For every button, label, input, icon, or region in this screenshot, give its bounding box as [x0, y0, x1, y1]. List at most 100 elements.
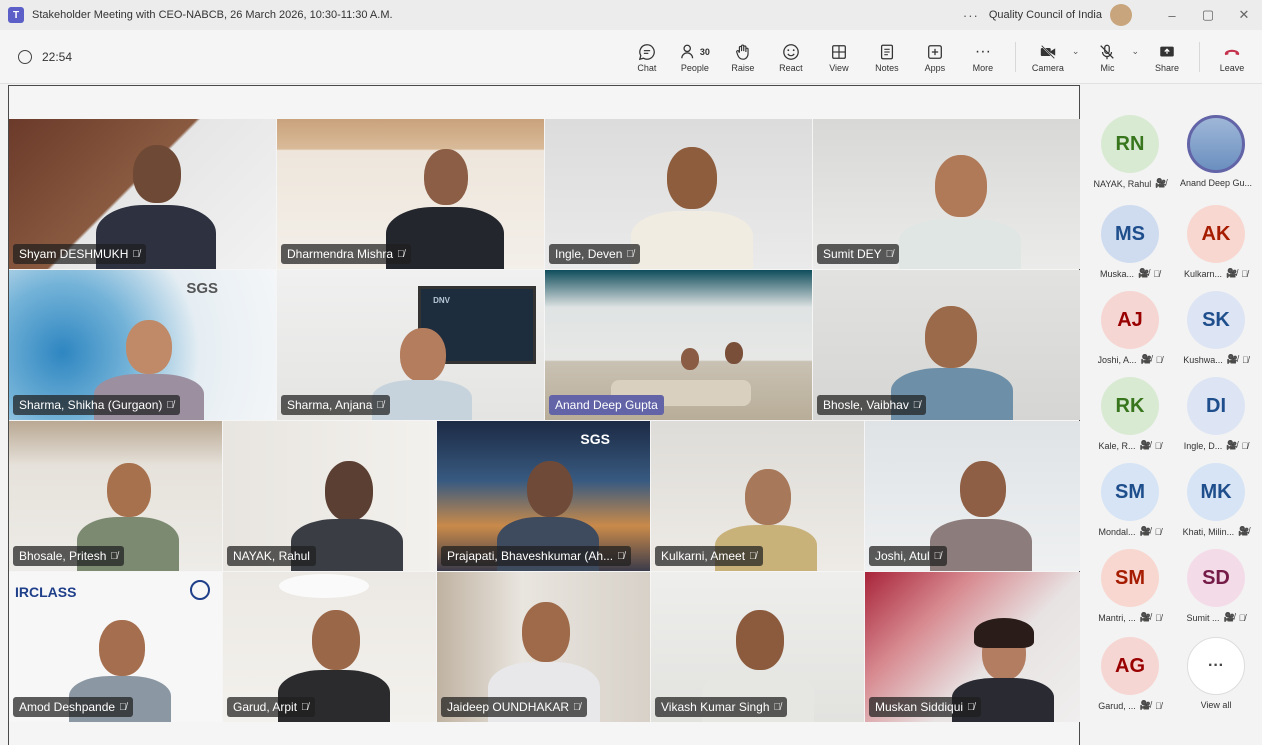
mic-options-chevron-icon[interactable]: ⌄	[1131, 46, 1139, 57]
shield-icon	[18, 49, 32, 64]
chat-button[interactable]: Chat	[625, 41, 669, 73]
video-tile[interactable]: Bhosle, Vaibhav 🎙̸	[813, 270, 1080, 420]
video-tile[interactable]: Garud, Arpit 🎙̸	[223, 572, 436, 722]
video-tile[interactable]: Jaideep OUNDHAKAR 🎙̸	[437, 572, 650, 722]
roster-name: Kulkarn...	[1184, 268, 1223, 279]
roster-item[interactable]: AG Garud, ... 🎥̸ 🎙̸	[1088, 637, 1172, 711]
meeting-timer: 22:54	[18, 49, 623, 64]
video-tile[interactable]: SGS Prajapati, Bhaveshkumar (Ah... 🎙̸	[437, 421, 650, 571]
share-button[interactable]: Share	[1145, 41, 1189, 73]
participant-name-tag: Bhosale, Pritesh 🎙̸	[13, 546, 124, 566]
video-tile[interactable]: Dharmendra Mishra 🎙̸	[277, 119, 544, 269]
people-count: 30	[699, 46, 710, 57]
mic-off-icon: 🎙̸	[573, 701, 581, 713]
mic-off-icon: 🎙̸	[1242, 354, 1249, 365]
avatar	[1187, 115, 1245, 173]
raise-hand-icon	[734, 41, 752, 63]
minimize-button[interactable]: –	[1154, 8, 1190, 23]
camera-off-icon: 🎥̸	[1138, 268, 1150, 278]
video-tile[interactable]: Shyam DESHMUKH 🎙̸	[9, 119, 276, 269]
participant-name-tag: Garud, Arpit 🎙̸	[227, 697, 315, 717]
participant-name-tag: Sharma, Anjana 🎙̸	[281, 395, 390, 415]
avatar: MS	[1101, 205, 1159, 263]
roster-name: Mantri, ...	[1098, 612, 1136, 623]
chat-label: Chat	[637, 62, 657, 73]
share-screen-icon	[1158, 41, 1176, 63]
roster-item[interactable]: RN NAYAK, Rahul 🎥̸	[1088, 115, 1172, 189]
roster-item[interactable]: SD Sumit ... 🎥̸ 🎙̸	[1174, 549, 1258, 623]
video-tile[interactable]: DNV Sharma, Anjana 🎙̸	[277, 270, 544, 420]
toolbar-divider	[1199, 41, 1200, 72]
video-tile[interactable]: Bhosale, Pritesh 🎙̸	[9, 421, 222, 571]
roster-item[interactable]: SM Mantri, ... 🎥̸ 🎙̸	[1088, 549, 1172, 623]
video-tile[interactable]: NAYAK, Rahul	[223, 421, 436, 571]
video-tile[interactable]: Vikash Kumar Singh 🎙̸	[651, 572, 864, 722]
roster-item[interactable]: SM Mondal... 🎥̸ 🎙̸	[1088, 463, 1172, 537]
more-actions-button[interactable]: ··· More	[961, 41, 1005, 73]
toolbar-divider	[1014, 41, 1016, 72]
roster-item[interactable]: AJ Joshi, A... 🎥̸ 🎙̸	[1088, 291, 1172, 365]
account-avatar[interactable]	[1110, 4, 1132, 26]
roster-item[interactable]: AK Kulkarn... 🎥̸ 🎙̸	[1174, 205, 1258, 279]
mic-off-icon: 🎙̸	[933, 550, 942, 562]
mic-off-icon: 🎙̸	[1155, 354, 1163, 365]
organization-name[interactable]: Quality Council of India	[989, 9, 1102, 21]
roster-name: Muska...	[1100, 268, 1135, 279]
view-button[interactable]: View	[817, 41, 861, 73]
roster-item[interactable]: MK Khati, Milin... 🎥̸	[1174, 463, 1258, 537]
maximize-button[interactable]: ▢	[1190, 7, 1226, 23]
grid-view-icon	[830, 41, 848, 63]
camera-options-chevron-icon[interactable]: ⌄	[1072, 46, 1080, 57]
roster-name: Khati, Milin...	[1182, 526, 1235, 537]
view-all-button[interactable]: ··· View all	[1174, 637, 1258, 710]
roster-item[interactable]: DI Ingle, D... 🎥̸ 🎙̸	[1174, 377, 1258, 451]
people-button[interactable]: 30 People	[673, 41, 717, 73]
camera-off-icon: 🎥̸	[1139, 526, 1151, 536]
participant-name-tag: Jaideep OUNDHAKAR 🎙̸	[441, 697, 587, 717]
avatar: RN	[1101, 115, 1159, 173]
react-button[interactable]: React	[769, 41, 813, 73]
view-all-label: View all	[1200, 700, 1232, 710]
avatar: SM	[1101, 549, 1159, 607]
avatar: SD	[1187, 549, 1245, 607]
close-window-button[interactable]: ✕	[1226, 7, 1262, 23]
camera-label: Camera	[1031, 62, 1064, 73]
notes-button[interactable]: Notes	[865, 41, 909, 73]
mic-button[interactable]: Mic	[1085, 41, 1129, 73]
roster-item[interactable]: SK Kushwa... 🎥̸ 🎙̸	[1174, 291, 1258, 365]
video-gallery: Shyam DESHMUKH 🎙̸ Dharmendra Mishra 🎙̸ Ing…	[8, 85, 1080, 745]
add-apps-icon	[926, 41, 944, 63]
mic-off-icon: 🎙̸	[912, 399, 921, 411]
video-tile[interactable]: Anand Deep Gupta	[545, 270, 812, 420]
camera-button[interactable]: Camera	[1026, 41, 1070, 73]
participant-video	[725, 342, 743, 364]
video-tile[interactable]: Muskan Siddiqui 🎙̸	[865, 572, 1080, 722]
video-tile[interactable]: Ingle, Deven 🎙̸	[545, 119, 812, 269]
video-tile[interactable]: IRCLASS Amod Deshpande 🎙̸	[9, 572, 222, 722]
participant-video	[681, 348, 699, 370]
mic-off-icon: 🎙̸	[749, 550, 757, 562]
video-tile[interactable]: Kulkarni, Ameet 🎙̸	[651, 421, 864, 571]
more-options-icon[interactable]: ···	[963, 8, 979, 23]
roster-item[interactable]: RK Kale, R... 🎥̸ 🎙̸	[1088, 377, 1172, 451]
participant-name-tag: Amod Deshpande 🎙̸	[13, 697, 133, 717]
people-icon: 30	[680, 41, 710, 63]
window-title-bar: T Stakeholder Meeting with CEO-NABCB, 26…	[0, 0, 1262, 30]
apps-button[interactable]: Apps	[913, 41, 957, 73]
camera-off-icon: 🎥̸	[1139, 700, 1151, 710]
roster-name: Ingle, D...	[1183, 440, 1223, 451]
roster-name: Mondal...	[1098, 526, 1136, 537]
view-label: View	[829, 62, 849, 73]
video-tile[interactable]: Joshi, Atul 🎙̸	[865, 421, 1080, 571]
notes-label: Notes	[875, 62, 899, 73]
participant-name-tag: Sumit DEY 🎙̸	[817, 244, 900, 264]
video-tile[interactable]: Sumit DEY 🎙̸	[813, 119, 1080, 269]
video-tile[interactable]: SGS Sharma, Shikha (Gurgaon) 🎙̸	[9, 270, 276, 420]
raise-hand-button[interactable]: Raise	[721, 41, 765, 73]
roster-item[interactable]: MS Muska... 🎥̸ 🎙̸	[1088, 205, 1172, 279]
notes-icon	[878, 41, 896, 63]
participant-name-tag: Bhosle, Vaibhav 🎙̸	[817, 395, 927, 415]
camera-off-icon: 🎥̸	[1226, 440, 1238, 450]
leave-button[interactable]: Leave	[1210, 41, 1254, 73]
roster-item[interactable]: Anand Deep Gu...	[1174, 115, 1258, 188]
